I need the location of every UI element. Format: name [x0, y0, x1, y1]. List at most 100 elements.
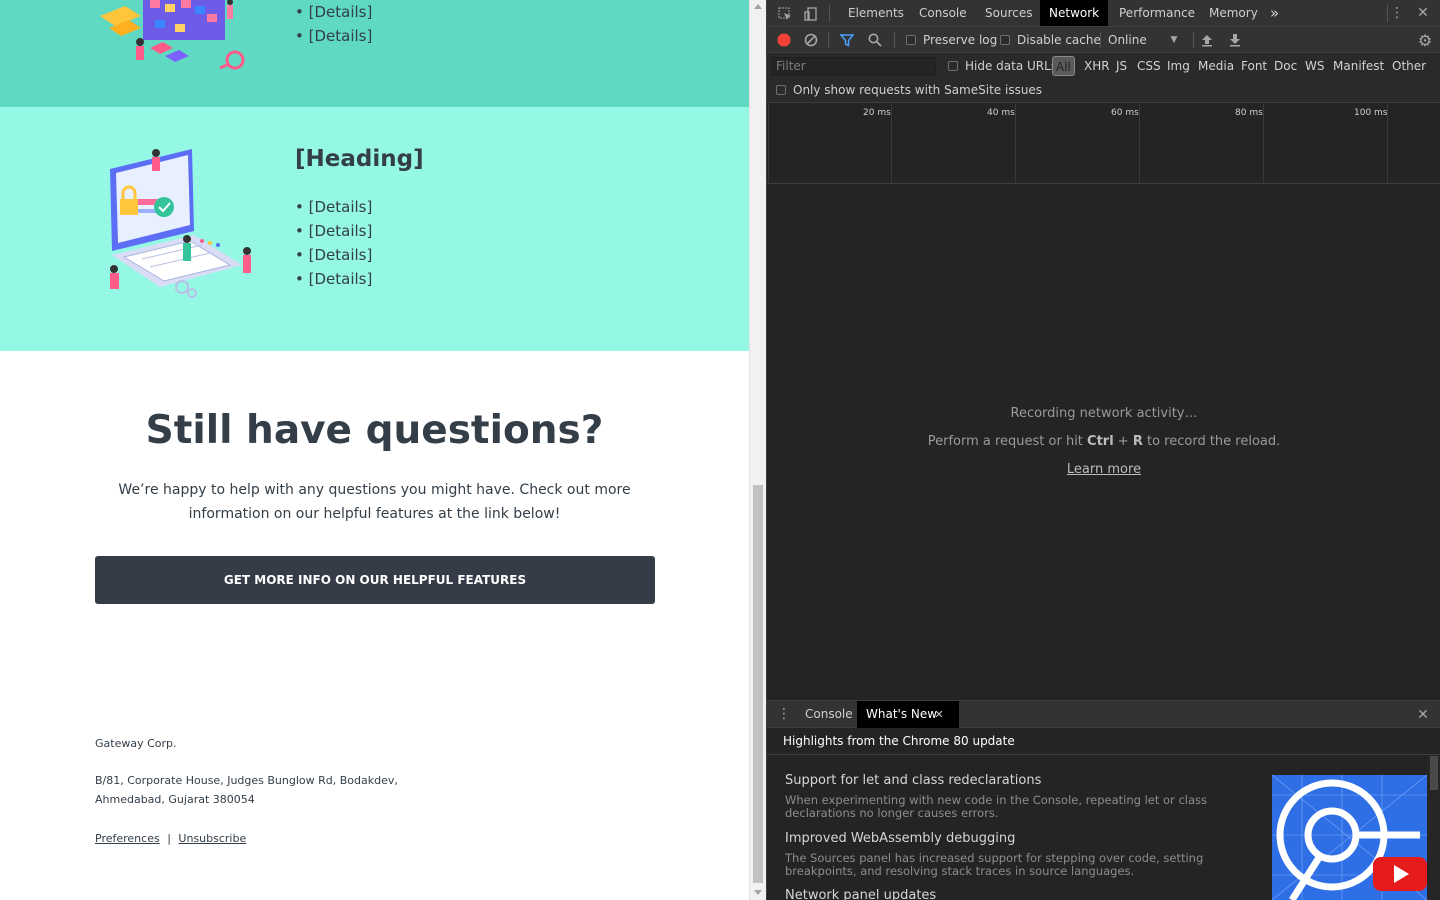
filter-type-all[interactable]: All — [1052, 56, 1075, 76]
filter-bar: Filter Hide data URLs All XHR JS CSS Img… — [767, 53, 1440, 103]
kebab-menu-icon[interactable]: ⋮ — [1389, 5, 1405, 21]
filter-type-img[interactable]: Img — [1167, 59, 1190, 73]
device-toolbar-icon[interactable] — [803, 6, 819, 22]
address-line: Ahmedabad, Gujarat 380054 — [95, 793, 255, 806]
list-item: [Details] — [295, 0, 373, 24]
filter-type-xhr[interactable]: XHR — [1084, 59, 1110, 73]
record-icon[interactable] — [777, 33, 791, 47]
search-icon[interactable] — [868, 33, 882, 47]
tab-performance[interactable]: Performance — [1110, 0, 1204, 26]
learn-more-wrap: Learn more — [767, 462, 1440, 477]
timeline-tick-label: 20 ms — [863, 108, 891, 118]
whats-new-header: Highlights from the Chrome 80 update — [767, 728, 1440, 755]
timeline-tick-label: 60 ms — [1111, 108, 1139, 118]
whats-new-item-title[interactable]: Network panel updates — [785, 888, 936, 900]
preserve-log-checkbox[interactable] — [906, 35, 916, 45]
timeline-gridline — [1263, 103, 1264, 184]
whats-new-item-title[interactable]: Improved WebAssembly debugging — [785, 831, 1015, 846]
shortcut-plus: + — [1113, 434, 1133, 449]
filter-icon[interactable] — [840, 33, 854, 47]
list-item: [Details] — [295, 267, 373, 291]
hide-data-urls-checkbox[interactable] — [948, 61, 958, 71]
close-tab-icon[interactable]: ✕ — [933, 707, 945, 721]
import-har-icon[interactable] — [1200, 33, 1214, 47]
export-har-icon[interactable] — [1228, 33, 1242, 47]
toolbar-divider — [829, 5, 830, 22]
list-item: [Details] — [295, 24, 373, 48]
timeline-gridline — [768, 103, 769, 184]
drawer-scrollbar[interactable] — [1427, 756, 1440, 900]
close-devtools-icon[interactable]: ✕ — [1415, 5, 1431, 21]
recording-message: Recording network activity… — [1010, 406, 1198, 421]
preferences-link[interactable]: Preferences — [95, 832, 160, 845]
toolbar-divider — [1100, 32, 1101, 48]
drawer-tab-label: What's New — [866, 707, 938, 721]
filter-type-doc[interactable]: Doc — [1274, 59, 1297, 73]
scrollbar-thumb[interactable] — [1430, 756, 1438, 790]
disable-cache-checkbox[interactable] — [1000, 35, 1010, 45]
filter-type-ws[interactable]: WS — [1305, 59, 1324, 73]
footer-company: Gateway Corp. — [95, 737, 177, 750]
whats-new-item-desc: The Sources panel has increased support … — [785, 851, 1204, 878]
devtools-panel: Elements Console Sources Network Perform… — [766, 0, 1440, 900]
tab-network[interactable]: Network — [1040, 0, 1109, 26]
tab-console[interactable]: Console — [910, 0, 976, 26]
throttling-select[interactable]: Online — [1108, 33, 1147, 47]
close-drawer-icon[interactable]: ✕ — [1415, 707, 1431, 723]
reload-hint-text: Perform a request or hit — [927, 434, 1088, 449]
filter-type-js[interactable]: JS — [1116, 59, 1127, 73]
timeline-gridline — [891, 103, 892, 184]
scrollbar-thumb[interactable] — [753, 485, 763, 883]
list-item: [Details] — [295, 219, 373, 243]
page-scrollbar[interactable] — [749, 0, 766, 900]
link-separator: | — [167, 832, 171, 845]
scroll-down-icon[interactable] — [754, 890, 762, 895]
details-bullet-list: [Details] [Details] [Details] [Details] — [295, 195, 373, 291]
more-tabs-icon[interactable]: » — [1261, 0, 1288, 26]
settings-gear-icon[interactable]: ⚙ — [1417, 31, 1433, 50]
questions-text: We’re happy to help with any questions y… — [100, 478, 649, 526]
questions-title: Still have questions? — [145, 408, 604, 453]
reload-hint: Perform a request or hit Ctrl + R to rec… — [767, 434, 1440, 449]
devtools-tab-bar: Elements Console Sources Network Perform… — [767, 0, 1440, 27]
tab-sources[interactable]: Sources — [976, 0, 1041, 26]
reload-hint-text: to record the reload. — [1142, 434, 1281, 449]
scroll-up-icon[interactable] — [754, 4, 762, 9]
security-illustration — [110, 149, 251, 298]
samesite-checkbox[interactable] — [776, 85, 786, 95]
filter-input[interactable]: Filter — [771, 57, 936, 76]
get-more-info-button[interactable]: GET MORE INFO ON OUR HELPFUL FEATURES — [95, 556, 655, 604]
samesite-label: Only show requests with SameSite issues — [793, 83, 1043, 97]
whats-new-item-title[interactable]: Support for let and class redeclarations — [785, 773, 1041, 788]
feature-section-2 — [0, 107, 749, 351]
section-heading: [Heading] — [295, 146, 424, 172]
whats-new-item-desc: When experimenting with new code in the … — [785, 793, 1207, 820]
drawer-tab-bar: ⋮ Console What's New ✕ ✕ — [767, 700, 1440, 728]
list-item: [Details] — [295, 195, 373, 219]
whats-new-video-thumbnail[interactable] — [1272, 775, 1427, 900]
tab-memory[interactable]: Memory — [1200, 0, 1267, 26]
dropdown-arrow-icon[interactable]: ▼ — [1167, 33, 1181, 47]
learn-more-link[interactable]: Learn more — [1067, 462, 1141, 477]
preserve-log-label: Preserve log — [923, 33, 998, 47]
filter-type-media[interactable]: Media — [1198, 59, 1234, 73]
filter-type-css[interactable]: CSS — [1137, 59, 1161, 73]
timeline-tick-label: 40 ms — [987, 108, 1015, 118]
footer-links: Preferences | Unsubscribe — [95, 829, 246, 848]
drawer-tab-console[interactable]: Console — [796, 701, 862, 728]
network-overview: 20 ms 40 ms 60 ms 80 ms 100 ms — [767, 103, 1440, 184]
address-line: B/81, Corporate House, Judges Bunglow Rd… — [95, 774, 398, 787]
list-item: [Details] — [295, 243, 373, 267]
timeline-tick-label: 100 ms — [1354, 108, 1388, 118]
browser-window: [Details] [Details] — [0, 0, 1440, 900]
filter-type-font[interactable]: Font — [1241, 59, 1267, 73]
tab-elements[interactable]: Elements — [839, 0, 913, 26]
drawer-menu-icon[interactable]: ⋮ — [777, 706, 791, 722]
email-preview: [Details] [Details] — [0, 0, 749, 900]
filter-type-other[interactable]: Other — [1392, 59, 1426, 73]
clear-icon[interactable] — [804, 33, 818, 47]
filter-type-manifest[interactable]: Manifest — [1333, 59, 1384, 73]
feature-section-1 — [0, 0, 749, 107]
unsubscribe-link[interactable]: Unsubscribe — [178, 832, 246, 845]
inspect-element-icon[interactable] — [777, 6, 793, 22]
